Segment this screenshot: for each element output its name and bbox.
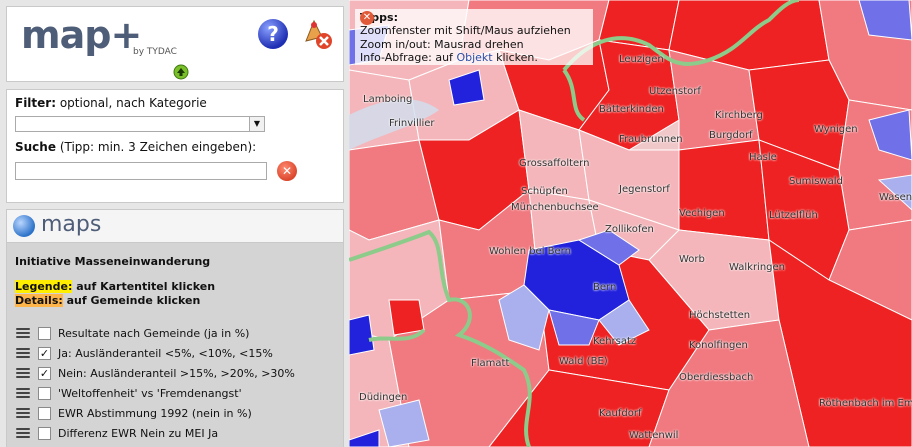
search-hint: (Tipp: min. 3 Zeichen eingeben):: [59, 140, 257, 154]
map-label: Sumiswald: [789, 176, 843, 187]
map-label: Wohlen bei Bern: [489, 246, 571, 257]
layers-icon[interactable]: [15, 387, 31, 400]
legend-text: auf Kartentitel klicken: [76, 280, 216, 293]
map-label: Röthenbach im Emmental: [819, 398, 912, 409]
layer-checkbox[interactable]: ✓: [38, 347, 51, 360]
tips-line-suffix: klicken.: [496, 51, 538, 64]
details-text: auf Gemeinde klicken: [66, 294, 201, 307]
tips-line-prefix: Info-Abfrage: auf: [360, 51, 453, 64]
layer-label[interactable]: Resultate nach Gemeinde (ja in %): [58, 327, 249, 340]
map-label: Kehrsatz: [593, 336, 637, 347]
details-prefix: Details:: [15, 294, 63, 307]
layer-item[interactable]: ✓ Ja: Ausländeranteil <5%, <10%, <15%: [15, 345, 345, 363]
filter-label: Filter:: [15, 96, 57, 110]
map-label: Utzenstorf: [649, 86, 701, 97]
layer-label[interactable]: Ja: Ausländeranteil <5%, <10%, <15%: [58, 347, 273, 360]
up-arrow-icon[interactable]: [173, 64, 189, 80]
search-label: Suche: [15, 140, 56, 154]
map-label: Flamatt: [471, 358, 510, 369]
filter-dropdown[interactable]: ▼: [15, 116, 265, 132]
globe-icon: [13, 215, 35, 237]
reset-map-icon[interactable]: [300, 17, 334, 51]
map-label: Worb: [679, 254, 705, 265]
layer-label[interactable]: 'Weltoffenheit' vs 'Fremdenangst': [58, 387, 242, 400]
layers-icon[interactable]: [15, 347, 31, 360]
map-label: Hasle: [749, 152, 777, 163]
layers-icon[interactable]: [15, 427, 31, 440]
map-label: Jegenstorf: [619, 184, 670, 195]
app-logo[interactable]: map+: [21, 13, 142, 57]
map-label: Schüpfen: [521, 186, 568, 197]
layer-item[interactable]: ✓ Nein: Ausländeranteil >15%, >20%, >30%: [15, 365, 345, 383]
tips-line: Zoomfenster mit Shift/Maus aufziehen: [360, 24, 571, 37]
map-label: Bätterkinden: [599, 104, 664, 115]
layer-item[interactable]: Resultate nach Gemeinde (ja in %): [15, 325, 345, 343]
layers-icon[interactable]: [15, 367, 31, 380]
map-label: Zollikofen: [605, 224, 654, 235]
map-label: Leuzigen: [619, 54, 664, 65]
layer-label[interactable]: Nein: Ausländeranteil >15%, >20%, >30%: [58, 367, 295, 380]
layer-group-title[interactable]: Initiative Masseneinwanderung: [15, 255, 210, 268]
sidebar: map+ by TYDAC ? Filter: optional, nach K…: [0, 0, 349, 447]
layer-checkbox[interactable]: [38, 407, 51, 420]
layer-label[interactable]: Differenz EWR Nein zu MEI Ja: [58, 427, 218, 440]
clear-search-icon[interactable]: ✕: [277, 161, 297, 181]
map-label: Fraubrunnen: [619, 134, 683, 145]
legend-prefix: Legende:: [15, 280, 73, 293]
close-icon[interactable]: ✕: [360, 11, 374, 25]
layer-checkbox[interactable]: [38, 427, 51, 440]
layers-icon[interactable]: [15, 327, 31, 340]
tips-line: Zoom in/out: Mausrad drehen: [360, 38, 524, 51]
map-label: Wattenwil: [629, 430, 679, 441]
help-icon[interactable]: ?: [258, 19, 288, 49]
map-canvas[interactable]: Lamboing Frinvillier Leuzigen Utzenstorf…: [349, 0, 912, 447]
tips-line: Info-Abfrage: auf Objekt klicken.: [360, 51, 538, 65]
map-label: Lamboing: [363, 94, 413, 105]
layers-icon[interactable]: [15, 407, 31, 420]
map-label: Grossaffoltern: [519, 158, 590, 169]
tips-box: Tipps: ✕ Zoomfenster mit Shift/Maus aufz…: [355, 9, 593, 65]
map-label: Bern: [593, 282, 617, 293]
filter-label-row: Filter: optional, nach Kategorie: [15, 96, 207, 110]
map-label: Oberdiessbach: [679, 372, 754, 383]
layer-item[interactable]: 'Weltoffenheit' vs 'Fremdenangst': [15, 385, 345, 403]
layer-checkbox[interactable]: ✓: [38, 367, 51, 380]
map-label: Konolfingen: [689, 340, 748, 351]
layer-item[interactable]: Differenz EWR Nein zu MEI Ja: [15, 425, 345, 443]
details-hint: Details: auf Gemeinde klicken: [15, 294, 200, 307]
map-label: Höchstetten: [689, 310, 751, 321]
layer-label[interactable]: EWR Abstimmung 1992 (nein in %): [58, 407, 252, 420]
filter-hint: optional, nach Kategorie: [59, 96, 207, 110]
map-label: Frinvillier: [389, 118, 435, 129]
search-label-row: Suche (Tipp: min. 3 Zeichen eingeben):: [15, 140, 256, 154]
maps-header: maps: [7, 210, 343, 243]
map-label: Wasen: [879, 192, 912, 203]
tips-object-link[interactable]: Objekt: [456, 51, 492, 64]
chevron-down-icon[interactable]: ▼: [249, 117, 264, 131]
map-label: Wald (BE): [559, 356, 608, 367]
map-label: Kirchberg: [715, 110, 763, 121]
layer-checkbox[interactable]: [38, 387, 51, 400]
map-label: Kaufdorf: [599, 408, 642, 419]
map-label: Burgdorf: [709, 130, 753, 141]
maps-title: maps: [41, 212, 102, 237]
search-input[interactable]: [15, 162, 267, 180]
map-label: Münchenbuchsee: [511, 202, 599, 213]
layer-item[interactable]: EWR Abstimmung 1992 (nein in %): [15, 405, 345, 423]
layer-checkbox[interactable]: [38, 327, 51, 340]
map-label: Düdingen: [359, 392, 408, 403]
map-label: Walkringen: [729, 262, 786, 273]
logo-panel: map+ by TYDAC ?: [6, 6, 344, 82]
filter-search-panel: Filter: optional, nach Kategorie ▼ Suche…: [6, 89, 344, 203]
logo-byline: by TYDAC: [133, 47, 177, 57]
map-label: Lützelflüh: [769, 210, 818, 221]
maps-panel: maps Initiative Masseneinwanderung Legen…: [6, 209, 344, 447]
map-label: Vechigen: [679, 208, 725, 219]
map-label: Wynigen: [814, 124, 858, 135]
legend-hint: Legende: auf Kartentitel klicken: [15, 280, 215, 293]
